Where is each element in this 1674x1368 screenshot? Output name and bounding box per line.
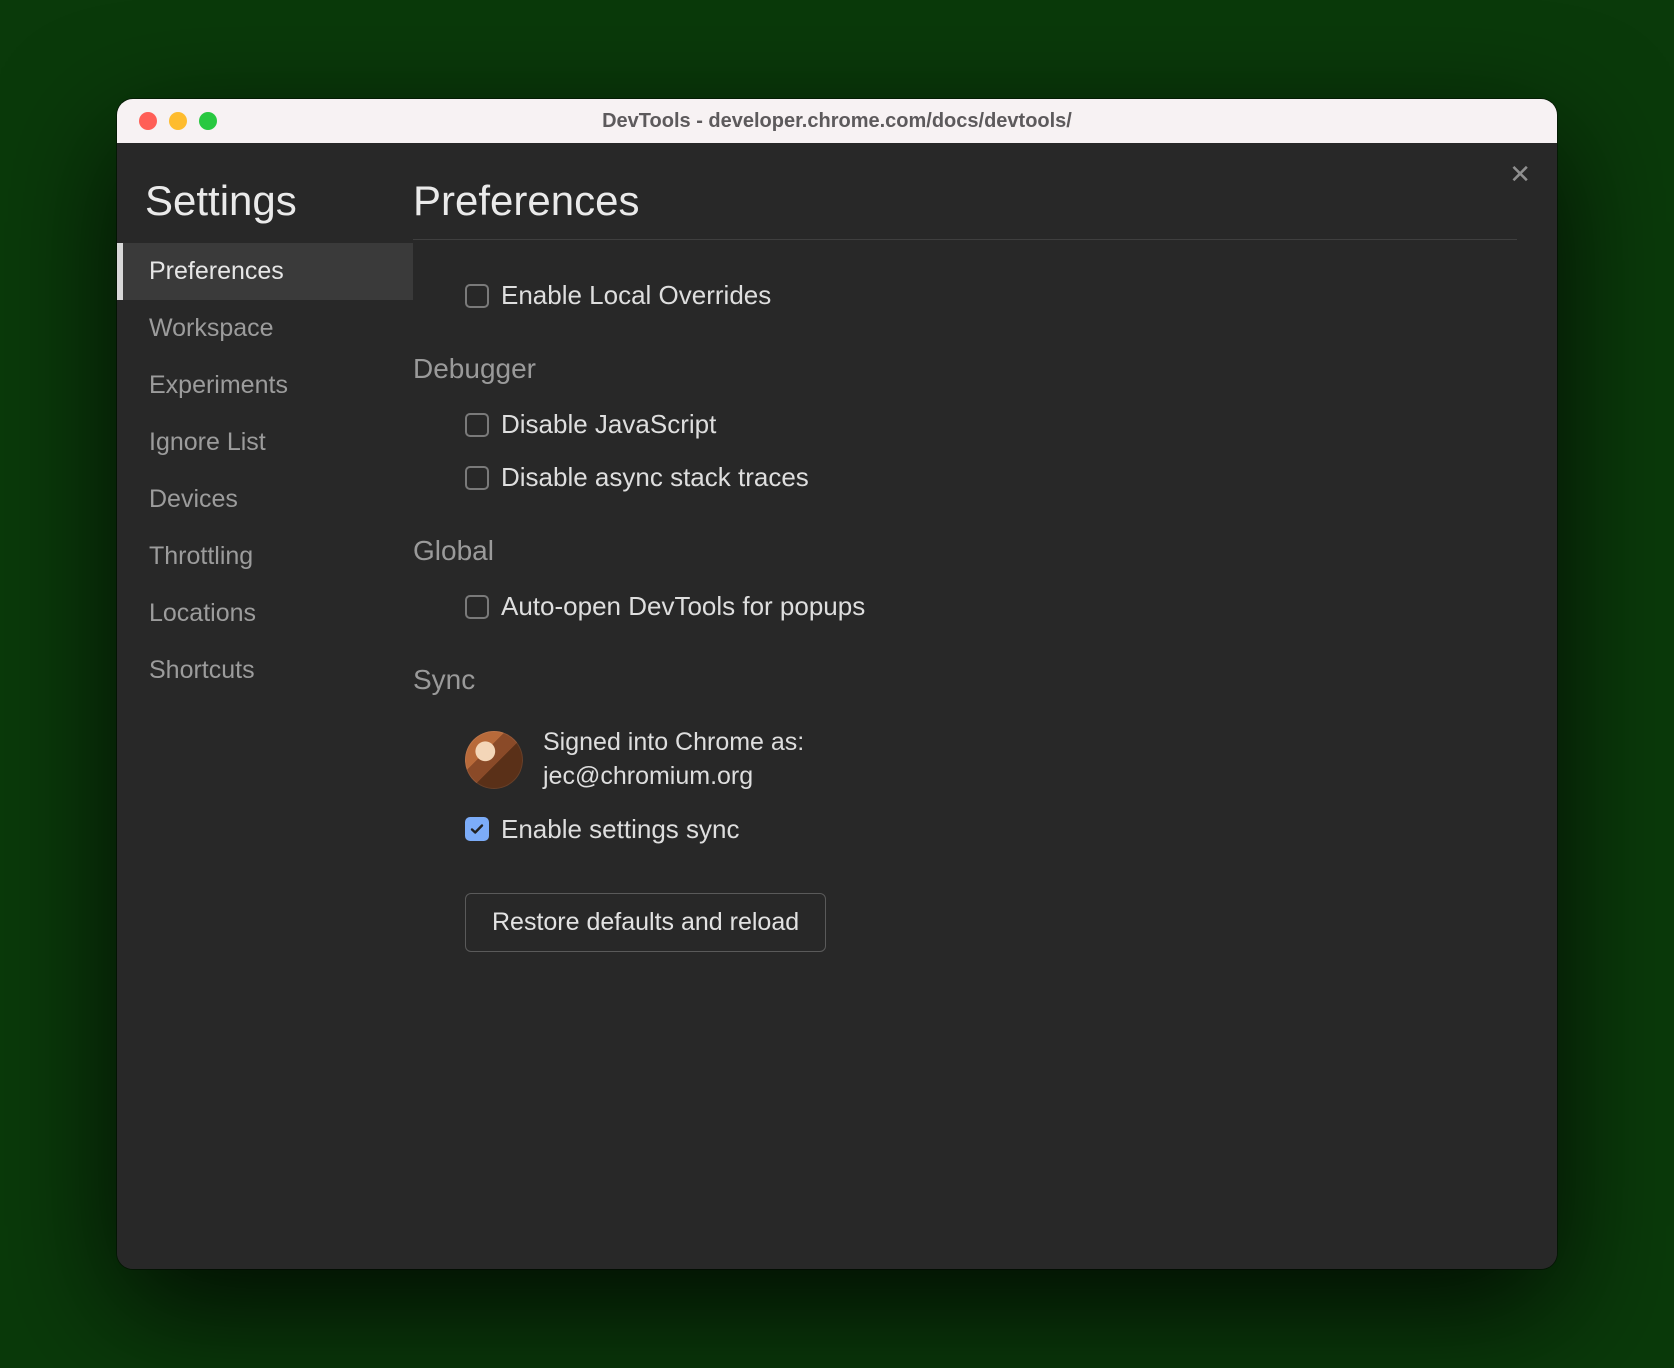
checkbox-icon[interactable]: [465, 413, 489, 437]
sidebar-item-throttling[interactable]: Throttling: [117, 528, 413, 585]
sidebar-item-ignore-list[interactable]: Ignore List: [117, 414, 413, 471]
section-title-global: Global: [413, 535, 1497, 567]
settings-sidebar: Settings Preferences Workspace Experimen…: [117, 143, 413, 1269]
window-title: DevTools - developer.chrome.com/docs/dev…: [117, 110, 1557, 133]
minimize-window-icon[interactable]: [169, 112, 187, 130]
option-auto-open-devtools-popups[interactable]: Auto-open DevTools for popups: [413, 577, 1497, 630]
signed-in-email: jec@chromium.org: [543, 760, 804, 794]
page-title: Preferences: [413, 177, 1517, 239]
devtools-window: DevTools - developer.chrome.com/docs/dev…: [117, 99, 1557, 1269]
maximize-window-icon[interactable]: [199, 112, 217, 130]
option-label: Disable JavaScript: [501, 409, 716, 440]
option-label: Disable async stack traces: [501, 462, 809, 493]
sidebar-item-shortcuts[interactable]: Shortcuts: [117, 642, 413, 699]
sync-account-text: Signed into Chrome as: jec@chromium.org: [543, 726, 804, 794]
option-label: Enable settings sync: [501, 814, 739, 845]
sidebar-item-locations[interactable]: Locations: [117, 585, 413, 642]
option-disable-javascript[interactable]: Disable JavaScript: [413, 395, 1497, 448]
sync-account-row: Signed into Chrome as: jec@chromium.org: [413, 706, 1497, 800]
sidebar-item-workspace[interactable]: Workspace: [117, 300, 413, 357]
restore-defaults-button[interactable]: Restore defaults and reload: [465, 893, 826, 952]
sidebar-item-experiments[interactable]: Experiments: [117, 357, 413, 414]
option-enable-settings-sync[interactable]: Enable settings sync: [413, 800, 1497, 853]
option-disable-async-stack-traces[interactable]: Disable async stack traces: [413, 448, 1497, 501]
checkbox-icon[interactable]: [465, 817, 489, 841]
signed-in-label: Signed into Chrome as:: [543, 726, 804, 760]
close-icon[interactable]: ✕: [1509, 161, 1531, 187]
preferences-scroll[interactable]: Enable Local Overrides Debugger Disable …: [413, 239, 1517, 1269]
option-label: Auto-open DevTools for popups: [501, 591, 865, 622]
sidebar-title: Settings: [117, 177, 413, 243]
section-title-debugger: Debugger: [413, 353, 1497, 385]
option-enable-local-overrides[interactable]: Enable Local Overrides: [413, 240, 1497, 319]
section-title-sync: Sync: [413, 664, 1497, 696]
close-window-icon[interactable]: [139, 112, 157, 130]
checkbox-icon[interactable]: [465, 595, 489, 619]
sidebar-item-devices[interactable]: Devices: [117, 471, 413, 528]
checkbox-icon[interactable]: [465, 284, 489, 308]
option-label: Enable Local Overrides: [501, 280, 771, 311]
checkbox-icon[interactable]: [465, 466, 489, 490]
sidebar-item-preferences[interactable]: Preferences: [117, 243, 413, 300]
avatar: [465, 731, 523, 789]
preferences-panel: Preferences Enable Local Overrides Debug…: [413, 143, 1557, 1269]
titlebar: DevTools - developer.chrome.com/docs/dev…: [117, 99, 1557, 143]
window-controls: [117, 112, 217, 130]
